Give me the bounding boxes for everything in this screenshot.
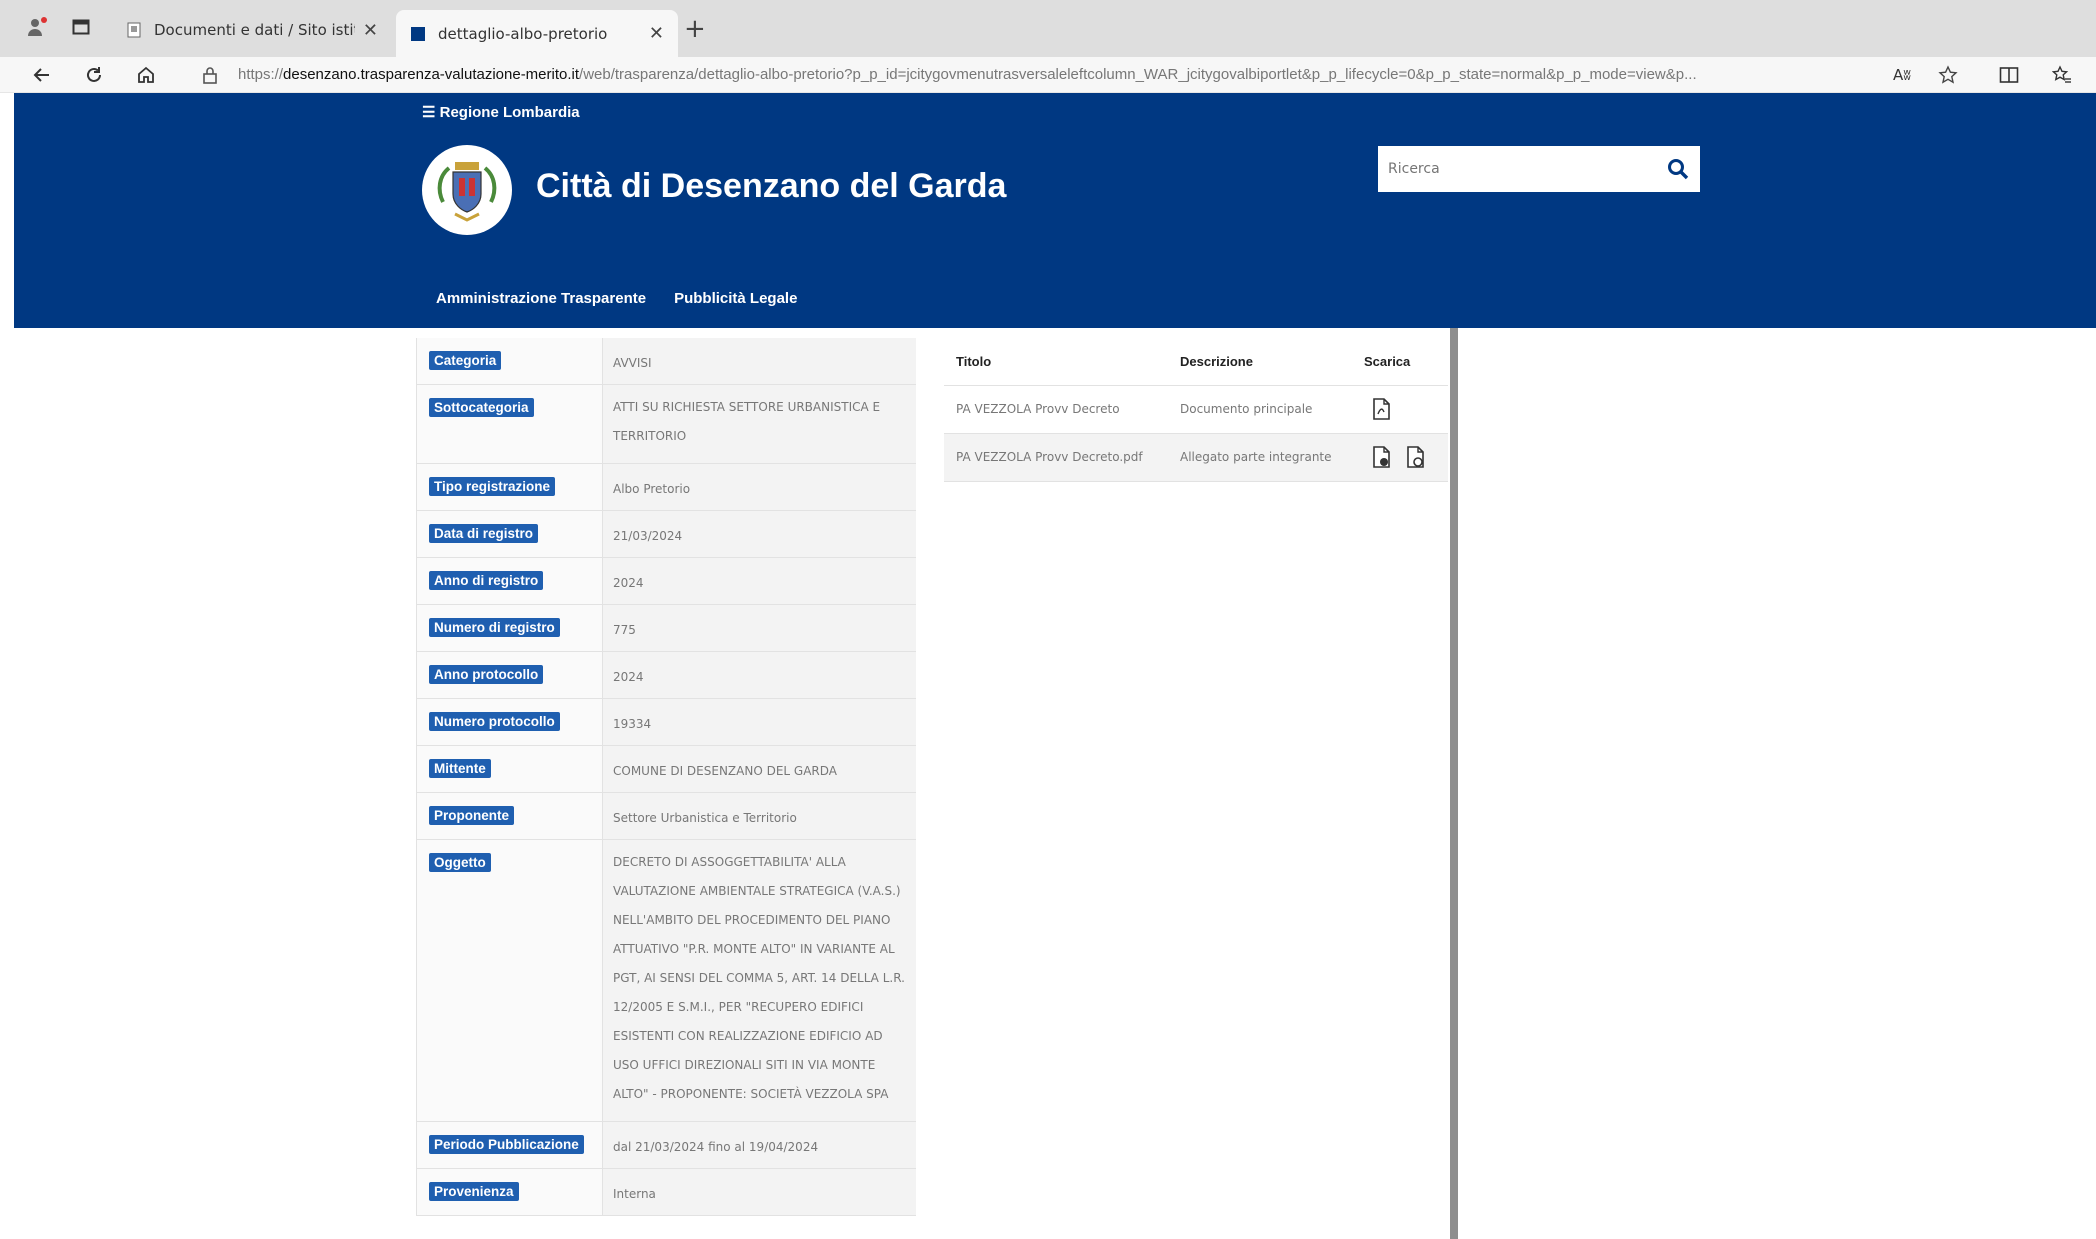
read-aloud-icon[interactable]: Aʬ (1888, 61, 1916, 89)
site-favicon-icon (411, 26, 425, 41)
search-input[interactable] (1378, 146, 1648, 192)
file-download-icon[interactable] (1370, 445, 1392, 469)
crest-icon (437, 162, 497, 222)
site-header: ☰ Regione Lombardia Città di Desenzano d… (14, 93, 2096, 328)
field-label: Anno di registro (429, 571, 544, 590)
detail-row-proponente: Proponente Settore Urbanistica e Territo… (417, 793, 916, 840)
field-value: Interna (603, 1169, 916, 1215)
city-crest-logo[interactable] (422, 145, 512, 235)
detail-row-anno-registro: Anno di registro 2024 (417, 558, 916, 605)
pdf-download-icon[interactable] (1370, 397, 1392, 421)
tab-documenti[interactable]: Documenti e dati / Sito istituzio ✕ (112, 10, 392, 50)
field-label: Periodo Pubblicazione (429, 1135, 584, 1154)
field-value: DECRETO DI ASSOGGETTABILITA' ALLA VALUTA… (603, 840, 916, 1121)
url-path: /web/trasparenza/dettaglio-albo-pretorio… (579, 66, 1697, 83)
home-icon[interactable] (132, 61, 160, 89)
field-label: Mittente (429, 759, 491, 778)
hamburger-icon: ☰ (422, 104, 436, 121)
column-header-titolo: Titolo (944, 338, 1168, 386)
address-bar: https://desenzano.trasparenza-valutazion… (0, 57, 2096, 93)
new-tab-button[interactable]: + (684, 14, 706, 44)
favorite-star-icon[interactable] (1934, 61, 1962, 89)
url-field[interactable]: https://desenzano.trasparenza-valutazion… (238, 57, 1878, 93)
url-prefix: https:// (238, 66, 284, 83)
field-label: Oggetto (429, 853, 491, 872)
field-label: Numero protocollo (429, 712, 560, 731)
field-value: Albo Pretorio (603, 464, 916, 510)
field-value: dal 21/03/2024 fino al 19/04/2024 (603, 1122, 916, 1168)
detail-row-data-registro: Data di registro 21/03/2024 (417, 511, 916, 558)
field-label: Proponente (429, 806, 515, 825)
tab-actions-icon[interactable] (66, 12, 96, 42)
lock-icon[interactable] (196, 61, 224, 89)
detail-row-categoria: Categoria AVVISI (417, 338, 916, 385)
detail-row-periodo-pubblicazione: Periodo Pubblicazione dal 21/03/2024 fin… (417, 1122, 916, 1169)
field-value: COMUNE DI DESENZANO DEL GARDA (603, 746, 916, 792)
field-label: Provenienza (429, 1182, 519, 1201)
region-label: Regione Lombardia (439, 104, 580, 121)
column-header-scarica: Scarica (1352, 338, 1448, 386)
attachment-title: PA VEZZOLA Provv Decreto (944, 385, 1168, 434)
detail-row-provenienza: Provenienza Interna (417, 1169, 916, 1216)
field-label: Tipo registrazione (429, 477, 556, 496)
site-title: Città di Desenzano del Garda (536, 167, 1007, 205)
back-icon[interactable] (28, 61, 56, 89)
field-label: Numero di registro (429, 618, 560, 637)
close-icon[interactable]: ✕ (649, 23, 664, 44)
detail-row-mittente: Mittente COMUNE DI DESENZANO DEL GARDA (417, 746, 916, 793)
attachment-title: PA VEZZOLA Provv Decreto.pdf (944, 433, 1168, 482)
field-value: ATTI SU RICHIESTA SETTORE URBANISTICA E … (603, 385, 916, 463)
browser-tab-bar: Documenti e dati / Sito istituzio ✕ dett… (0, 0, 2096, 57)
tab-dettaglio-albo[interactable]: dettaglio-albo-pretorio ✕ (396, 10, 678, 57)
column-header-descrizione: Descrizione (1168, 338, 1352, 386)
detail-table: Categoria AVVISI Sottocategoria ATTI SU … (416, 338, 916, 1216)
menu-item-amministrazione-trasparente[interactable]: Amministrazione Trasparente (436, 290, 646, 307)
field-label: Categoria (429, 351, 502, 370)
split-screen-icon[interactable] (1995, 61, 2023, 89)
attachments-header-row: Titolo Descrizione Scarica (944, 338, 1448, 386)
field-value: AVVISI (603, 338, 916, 384)
field-value: 21/03/2024 (603, 511, 916, 557)
close-icon[interactable]: ✕ (363, 20, 378, 41)
detail-row-anno-protocollo: Anno protocollo 2024 (417, 652, 916, 699)
field-value: 775 (603, 605, 916, 651)
favorites-icon[interactable] (2048, 61, 2076, 89)
table-row: PA VEZZOLA Provv Decreto.pdf Allegato pa… (944, 433, 1448, 482)
vertical-divider (1450, 328, 1458, 1239)
document-icon (127, 22, 141, 38)
profile-icon[interactable] (22, 12, 52, 42)
detail-row-oggetto: Oggetto DECRETO DI ASSOGGETTABILITA' ALL… (417, 840, 916, 1122)
field-value: Settore Urbanistica e Territorio (603, 793, 916, 839)
attachments-table: Titolo Descrizione Scarica PA VEZZOLA Pr… (944, 338, 1448, 482)
field-label: Anno protocollo (429, 665, 544, 684)
main-menu: Amministrazione Trasparente Pubblicità L… (436, 290, 797, 307)
detail-row-tipo-registrazione: Tipo registrazione Albo Pretorio (417, 464, 916, 511)
menu-item-pubblicita-legale[interactable]: Pubblicità Legale (674, 290, 797, 307)
field-value: 2024 (603, 558, 916, 604)
detail-row-numero-registro: Numero di registro 775 (417, 605, 916, 652)
tab-label: Documenti e dati / Sito istituzio (154, 21, 355, 39)
field-label: Sottocategoria (429, 398, 534, 417)
attachment-description: Documento principale (1168, 385, 1352, 434)
field-value: 19334 (603, 699, 916, 745)
url-host: desenzano.trasparenza-valutazione-merito… (283, 66, 580, 83)
reload-icon[interactable] (80, 61, 108, 89)
attachment-description: Allegato parte integrante (1168, 433, 1352, 482)
field-value: 2024 (603, 652, 916, 698)
detail-row-sottocategoria: Sottocategoria ATTI SU RICHIESTA SETTORE… (417, 385, 916, 464)
tab-label: dettaglio-albo-pretorio (438, 24, 608, 43)
region-menu-link[interactable]: ☰ Regione Lombardia (422, 103, 580, 121)
field-label: Data di registro (429, 524, 539, 543)
table-row: PA VEZZOLA Provv Decreto Documento princ… (944, 385, 1448, 434)
search-icon[interactable] (1666, 157, 1690, 181)
detail-row-numero-protocollo: Numero protocollo 19334 (417, 699, 916, 746)
search-box (1378, 146, 1700, 192)
signed-file-download-icon[interactable] (1404, 445, 1426, 469)
